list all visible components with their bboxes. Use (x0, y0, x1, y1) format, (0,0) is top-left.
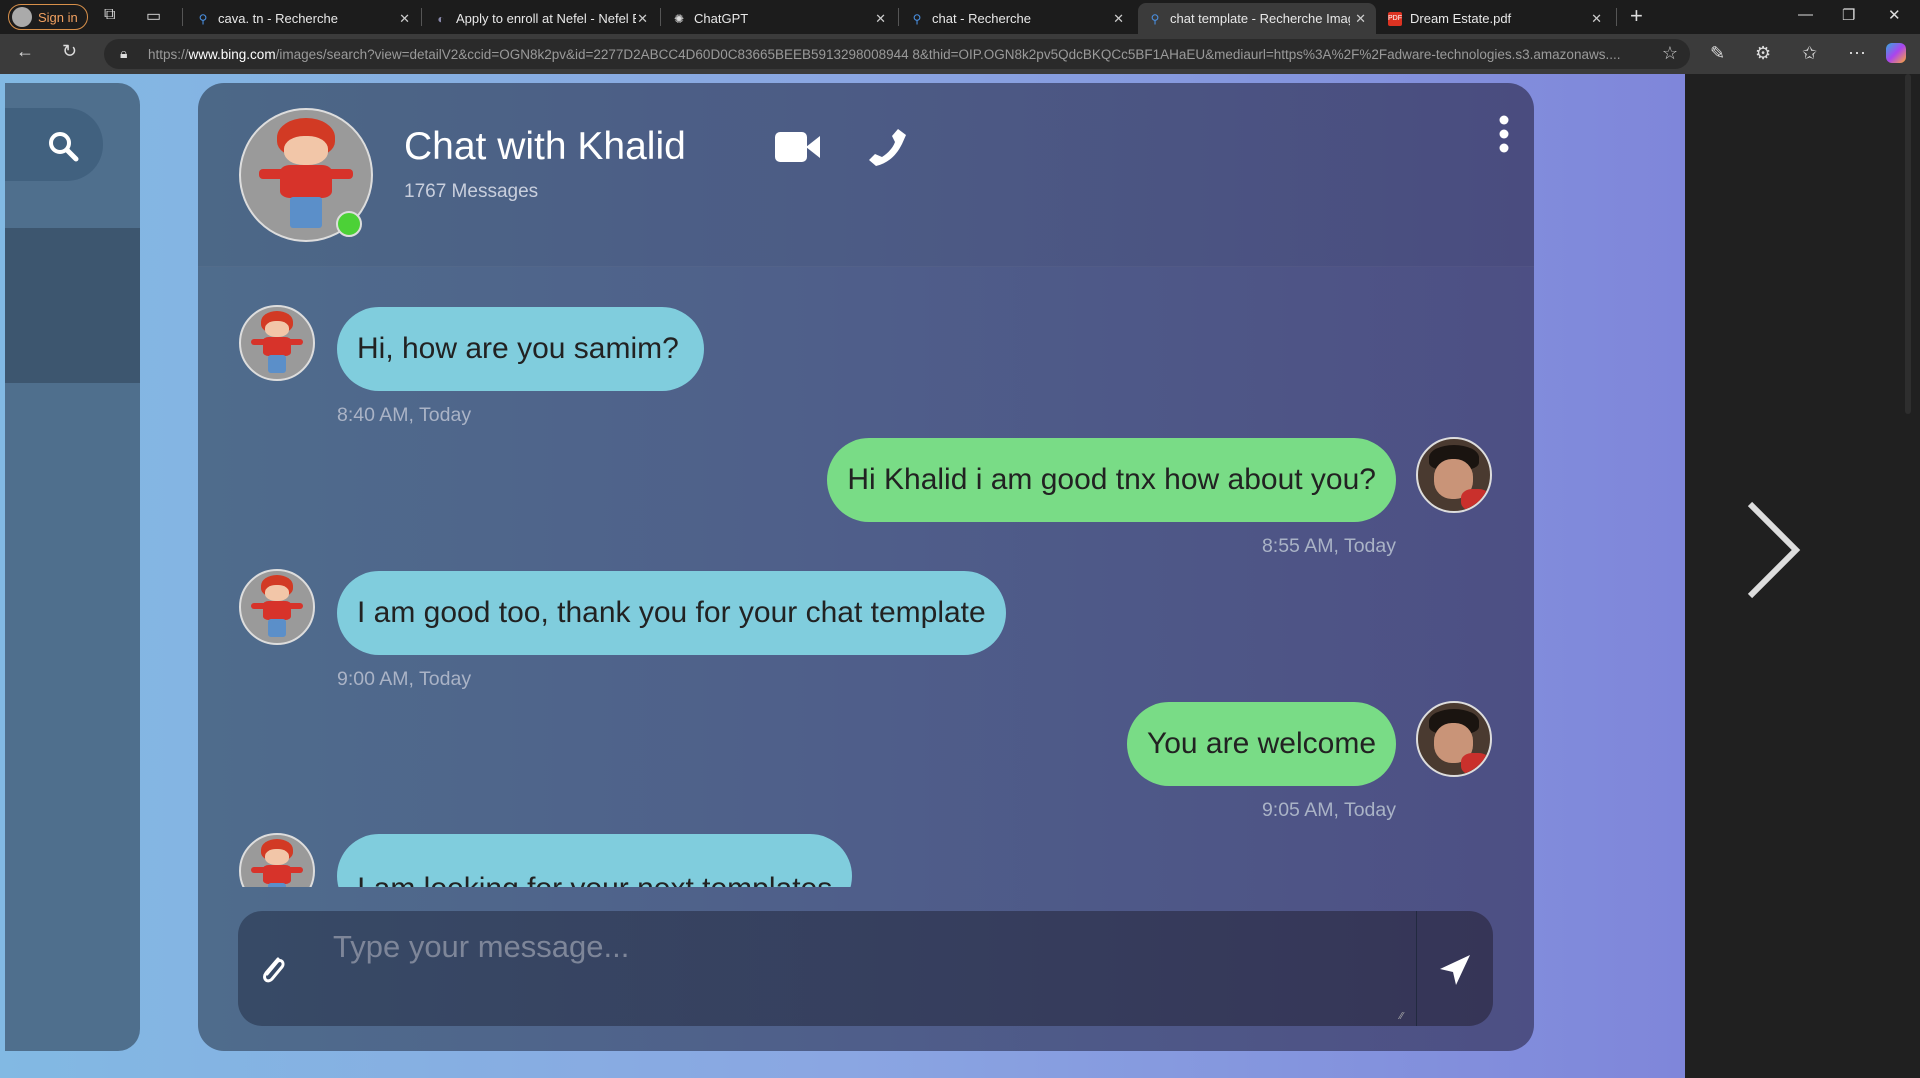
message-input[interactable]: Type your message... (333, 929, 629, 965)
workspaces-icon[interactable]: ⧉ (104, 6, 115, 24)
user-avatar (1416, 701, 1492, 777)
sign-in-label: Sign in (38, 9, 78, 25)
video-call-icon[interactable] (775, 132, 821, 162)
extensions-icon[interactable]: ⚙ (1755, 43, 1771, 64)
contact-avatar (239, 569, 315, 645)
message-list: Hi, how are you samim? 8:40 AM, Today Hi… (198, 267, 1534, 887)
message-text: I am looking for your next templates (357, 872, 832, 887)
message-text: Hi, how are you samim? (357, 332, 679, 365)
tab-label: Apply to enroll at Nefel - Nefel Ed (456, 11, 636, 26)
composer-divider (1416, 911, 1417, 1026)
incoming-message: I am good too, thank you for your chat t… (337, 571, 1006, 655)
search-button[interactable] (5, 108, 103, 181)
back-icon[interactable]: ← (16, 41, 34, 62)
favorites-icon[interactable]: ✩ (1802, 43, 1817, 64)
tab-label: cava. tn - Recherche (218, 11, 338, 26)
close-tab-icon[interactable]: ✕ (875, 11, 886, 27)
message-text: Hi Khalid i am good tnx how about you? (847, 463, 1376, 496)
close-tab-icon[interactable]: ✕ (637, 11, 648, 27)
outgoing-message: You are welcome (1126, 702, 1396, 786)
lock-icon: 🔒︎ (120, 45, 128, 61)
profile-icon (12, 7, 32, 27)
close-tab-icon[interactable]: ✕ (399, 11, 410, 27)
url-path: /images/search?view=detailV2&ccid=OGN8k2… (275, 46, 1621, 62)
message-timestamp: 8:55 AM, Today (1261, 535, 1396, 557)
message-timestamp: 9:05 AM, Today (1261, 799, 1396, 821)
attach-paperclip-icon[interactable] (258, 953, 288, 987)
next-image-chevron-icon[interactable] (1742, 500, 1802, 600)
message-composer: Type your message... ⁄⁄ (238, 911, 1493, 1026)
scrollbar[interactable] (1905, 74, 1911, 414)
search-icon: ⚲ (1150, 11, 1160, 26)
search-icon (49, 132, 79, 162)
new-tab-button[interactable]: + (1630, 3, 1643, 29)
tab-label: chat template - Recherche Images (1170, 11, 1350, 26)
tab-nefel[interactable]: ◐ Apply to enroll at Nefel - Nefel Ed ✕ (424, 3, 658, 34)
outgoing-message: Hi Khalid i am good tnx how about you? (827, 438, 1396, 522)
url-domain: www.bing.com (188, 46, 276, 62)
favorite-star-icon[interactable]: ☆ (1653, 43, 1678, 64)
tab-chat-template[interactable]: ⚲ chat template - Recherche Images ✕ (1138, 3, 1376, 34)
close-tab-icon[interactable]: ✕ (1591, 11, 1602, 27)
more-icon[interactable]: ⋯ (1848, 43, 1866, 64)
contact-avatar (239, 833, 315, 887)
chat-header: Chat with Khalid 1767 Messages (198, 83, 1534, 267)
search-icon: ⚲ (912, 11, 922, 26)
tab-label: chat - Recherche (932, 11, 1031, 26)
more-options-icon[interactable] (1497, 115, 1511, 153)
tab-actions-icon[interactable]: ▭ (146, 6, 161, 26)
url-prefix: https:// (148, 46, 189, 62)
sidebar (5, 83, 140, 1051)
tab-chat-recherche[interactable]: ⚲ chat - Recherche ✕ (900, 3, 1134, 34)
message-count: 1767 Messages (404, 181, 539, 202)
phone-call-icon[interactable] (866, 126, 908, 168)
message-timestamp: 9:00 AM, Today (337, 668, 472, 690)
chat-window: Chat with Khalid 1767 Messages Hi, how a… (198, 83, 1534, 1051)
loading-icon: ◐ (437, 11, 445, 26)
chat-title: Chat with Khalid (404, 125, 686, 168)
eyedropper-icon[interactable]: ✎ (1710, 43, 1725, 64)
tab-label: Dream Estate.pdf (1410, 11, 1512, 26)
minimize-button[interactable]: — (1798, 6, 1813, 23)
close-tab-icon[interactable]: ✕ (1113, 11, 1124, 27)
tab-cava[interactable]: ⚲ cava. tn - Recherche ✕ (186, 3, 420, 34)
tab-dream-estate[interactable]: PDF Dream Estate.pdf ✕ (1378, 3, 1612, 34)
sidebar-active-item[interactable] (5, 228, 140, 383)
sign-in-button[interactable]: Sign in (8, 4, 88, 30)
close-tab-icon[interactable]: ✕ (1355, 11, 1366, 27)
close-window-button[interactable]: ✕ (1888, 6, 1901, 24)
incoming-message: Hi, how are you samim? (337, 307, 704, 391)
url-field[interactable]: 🔒︎ https://www.bing.com/images/search?vi… (104, 39, 1690, 69)
copilot-icon[interactable] (1886, 43, 1906, 63)
message-text: You are welcome (1146, 727, 1376, 760)
incoming-message: I am looking for your next templates (337, 834, 853, 887)
pdf-icon: PDF (1388, 11, 1402, 26)
tab-chatgpt[interactable]: ✺ ChatGPT ✕ (662, 3, 896, 34)
tab-label: ChatGPT (694, 11, 749, 26)
restore-button[interactable]: ❐ (1842, 6, 1855, 24)
online-status-dot (336, 211, 362, 237)
send-icon[interactable] (1438, 953, 1472, 987)
resize-handle-icon[interactable]: ⁄⁄ (1400, 1011, 1403, 1022)
message-text: I am good too, thank you for your chat t… (357, 596, 986, 629)
message-timestamp: 8:40 AM, Today (337, 404, 472, 426)
search-icon: ⚲ (198, 11, 208, 26)
contact-avatar (239, 305, 315, 381)
refresh-icon[interactable]: ↻ (62, 41, 77, 62)
chatgpt-icon: ✺ (673, 11, 685, 26)
user-avatar (1416, 437, 1492, 513)
browser-tab-bar: Sign in ⧉ ▭ ⚲ cava. tn - Recherche ✕ ◐ Appl… (0, 0, 1920, 34)
